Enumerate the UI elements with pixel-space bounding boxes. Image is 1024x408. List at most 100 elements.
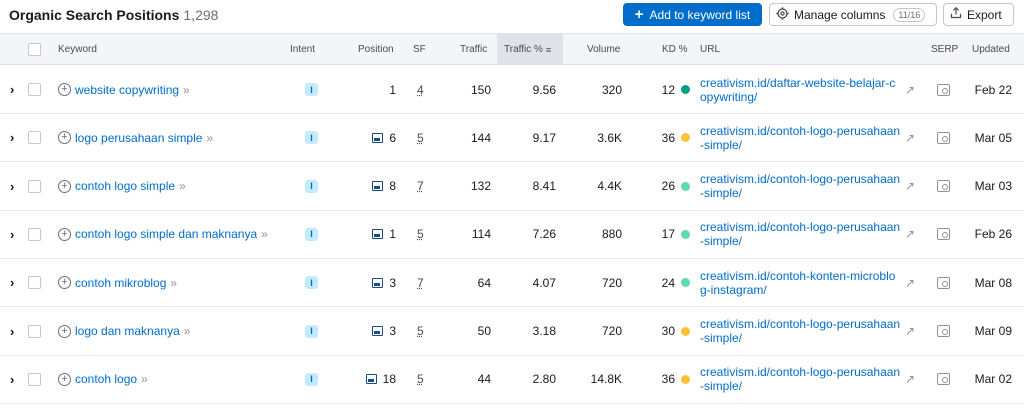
add-keyword-icon[interactable]: + [58,227,71,241]
external-link-icon[interactable]: ↗ [905,211,915,258]
kd-value: 12 [661,82,675,97]
url-link[interactable]: creativism.id/contoh-logo-perusahaan-sim… [700,317,902,345]
col-position[interactable]: Position [358,34,394,65]
external-link-icon[interactable]: ↗ [905,66,915,113]
col-keyword[interactable]: Keyword [58,34,97,65]
col-intent[interactable]: Intent [290,34,315,65]
expand-chevron-icon[interactable]: › [10,356,14,403]
col-serp[interactable]: SERP [931,34,958,65]
expand-chevron-icon[interactable]: › [10,114,14,161]
col-url[interactable]: URL [700,34,720,65]
add-keyword-icon[interactable]: + [58,324,71,338]
serp-snapshot-icon[interactable] [937,356,950,403]
sf-cell[interactable]: 5 [417,308,424,355]
url-cell: creativism.id/contoh-logo-perusahaan-sim… [700,356,902,403]
keyword-link[interactable]: logo dan maknanya [75,324,180,338]
keyword-link[interactable]: contoh logo simple dan maknanya [75,227,257,241]
volume-value: 3.6K [597,130,622,145]
expand-chevron-icon[interactable]: › [10,66,14,113]
add-keyword-icon[interactable]: + [58,179,71,193]
serp-snapshot-icon[interactable] [937,259,950,306]
keyword-details-icon[interactable]: » [141,372,148,386]
row-checkbox[interactable] [28,308,41,355]
add-to-keyword-list-button[interactable]: + Add to keyword list [623,3,762,26]
manage-columns-button[interactable]: Manage columns 11/16 [769,3,937,26]
col-traffic-pct-label: Traffic % [504,44,543,55]
serp-snapshot-icon[interactable] [937,211,950,258]
url-link[interactable]: creativism.id/contoh-konten-microblog-in… [700,269,902,297]
plus-icon: + [634,6,644,23]
keyword-details-icon[interactable]: » [170,276,177,290]
manage-columns-label: Manage columns [794,7,886,22]
sf-cell[interactable]: 7 [417,259,424,306]
row-checkbox[interactable] [28,163,41,210]
url-link[interactable]: creativism.id/contoh-logo-perusahaan-sim… [700,124,902,152]
external-link-icon[interactable]: ↗ [905,259,915,306]
position-value: 1 [389,82,396,97]
position-value: 1 [389,227,396,242]
export-button[interactable]: Export [943,3,1014,26]
url-link[interactable]: creativism.id/contoh-logo-perusahaan-sim… [700,220,902,248]
expand-chevron-icon[interactable]: › [10,163,14,210]
serp-snapshot-icon[interactable] [937,114,950,161]
keyword-cell: + contoh mikroblog » [58,259,177,306]
col-sf[interactable]: SF [413,34,426,65]
expand-chevron-icon[interactable]: › [10,259,14,306]
col-traffic[interactable]: Traffic [460,34,487,65]
image-pack-icon [372,277,384,288]
url-cell: creativism.id/contoh-logo-perusahaan-sim… [700,211,902,258]
col-updated[interactable]: Updated [972,34,1010,65]
url-link[interactable]: creativism.id/contoh-logo-perusahaan-sim… [700,172,902,200]
row-checkbox[interactable] [28,259,41,306]
position-value: 8 [389,179,396,194]
external-link-icon[interactable]: ↗ [905,308,915,355]
keyword-cell: + contoh logo simple » [58,163,186,210]
serp-snapshot-icon[interactable] [937,66,950,113]
keyword-details-icon[interactable]: » [206,131,213,145]
keyword-link[interactable]: contoh logo [75,372,137,386]
url-link[interactable]: creativism.id/contoh-logo-perusahaan-sim… [700,365,902,393]
updated-value: Mar 09 [974,324,1012,338]
kd-dot [681,278,690,288]
col-volume[interactable]: Volume [587,34,620,65]
external-link-icon[interactable]: ↗ [905,114,915,161]
row-checkbox[interactable] [28,66,41,113]
keyword-details-icon[interactable]: » [183,83,190,97]
position-cell: 3 [340,308,396,355]
sf-cell[interactable]: 4 [417,66,424,113]
external-link-icon[interactable]: ↗ [905,163,915,210]
updated-value: Mar 08 [974,275,1012,290]
sf-cell[interactable]: 5 [417,356,424,403]
keyword-link[interactable]: contoh logo simple [75,179,175,193]
add-keyword-icon[interactable]: + [58,372,71,386]
add-keyword-icon[interactable]: + [58,276,71,290]
keyword-link[interactable]: contoh mikroblog [75,276,166,290]
keyword-details-icon[interactable]: » [261,227,268,241]
keyword-details-icon[interactable]: » [184,324,191,338]
row-checkbox[interactable] [28,211,41,258]
serp-snapshot-icon[interactable] [937,163,950,210]
expand-chevron-icon[interactable]: › [10,211,14,258]
intent-cell: I [305,66,318,113]
sf-cell[interactable]: 5 [417,211,424,258]
url-link[interactable]: creativism.id/daftar-website-belajar-cop… [700,76,902,104]
sf-cell[interactable]: 7 [417,163,424,210]
add-keyword-icon[interactable]: + [58,131,71,145]
keyword-link[interactable]: website copywriting [75,83,179,97]
row-checkbox[interactable] [28,114,41,161]
col-traffic-pct[interactable]: Traffic % ≡ [497,34,563,65]
external-link-icon[interactable]: ↗ [905,356,915,403]
kd-cell: 36 [650,114,690,161]
row-checkbox[interactable] [28,356,41,403]
columns-count-badge: 11/16 [893,7,926,22]
serp-snapshot-icon[interactable] [937,308,950,355]
add-keyword-icon[interactable]: + [58,83,71,96]
col-kd[interactable]: KD % [662,34,688,65]
keyword-link[interactable]: logo perusahaan simple [75,131,202,145]
select-all-checkbox[interactable] [28,34,41,65]
url-cell: creativism.id/contoh-logo-perusahaan-sim… [700,114,902,161]
sf-cell[interactable]: 5 [417,114,424,161]
expand-chevron-icon[interactable]: › [10,308,14,355]
keyword-details-icon[interactable]: » [179,179,186,193]
sort-descending-icon: ≡ [545,44,552,55]
